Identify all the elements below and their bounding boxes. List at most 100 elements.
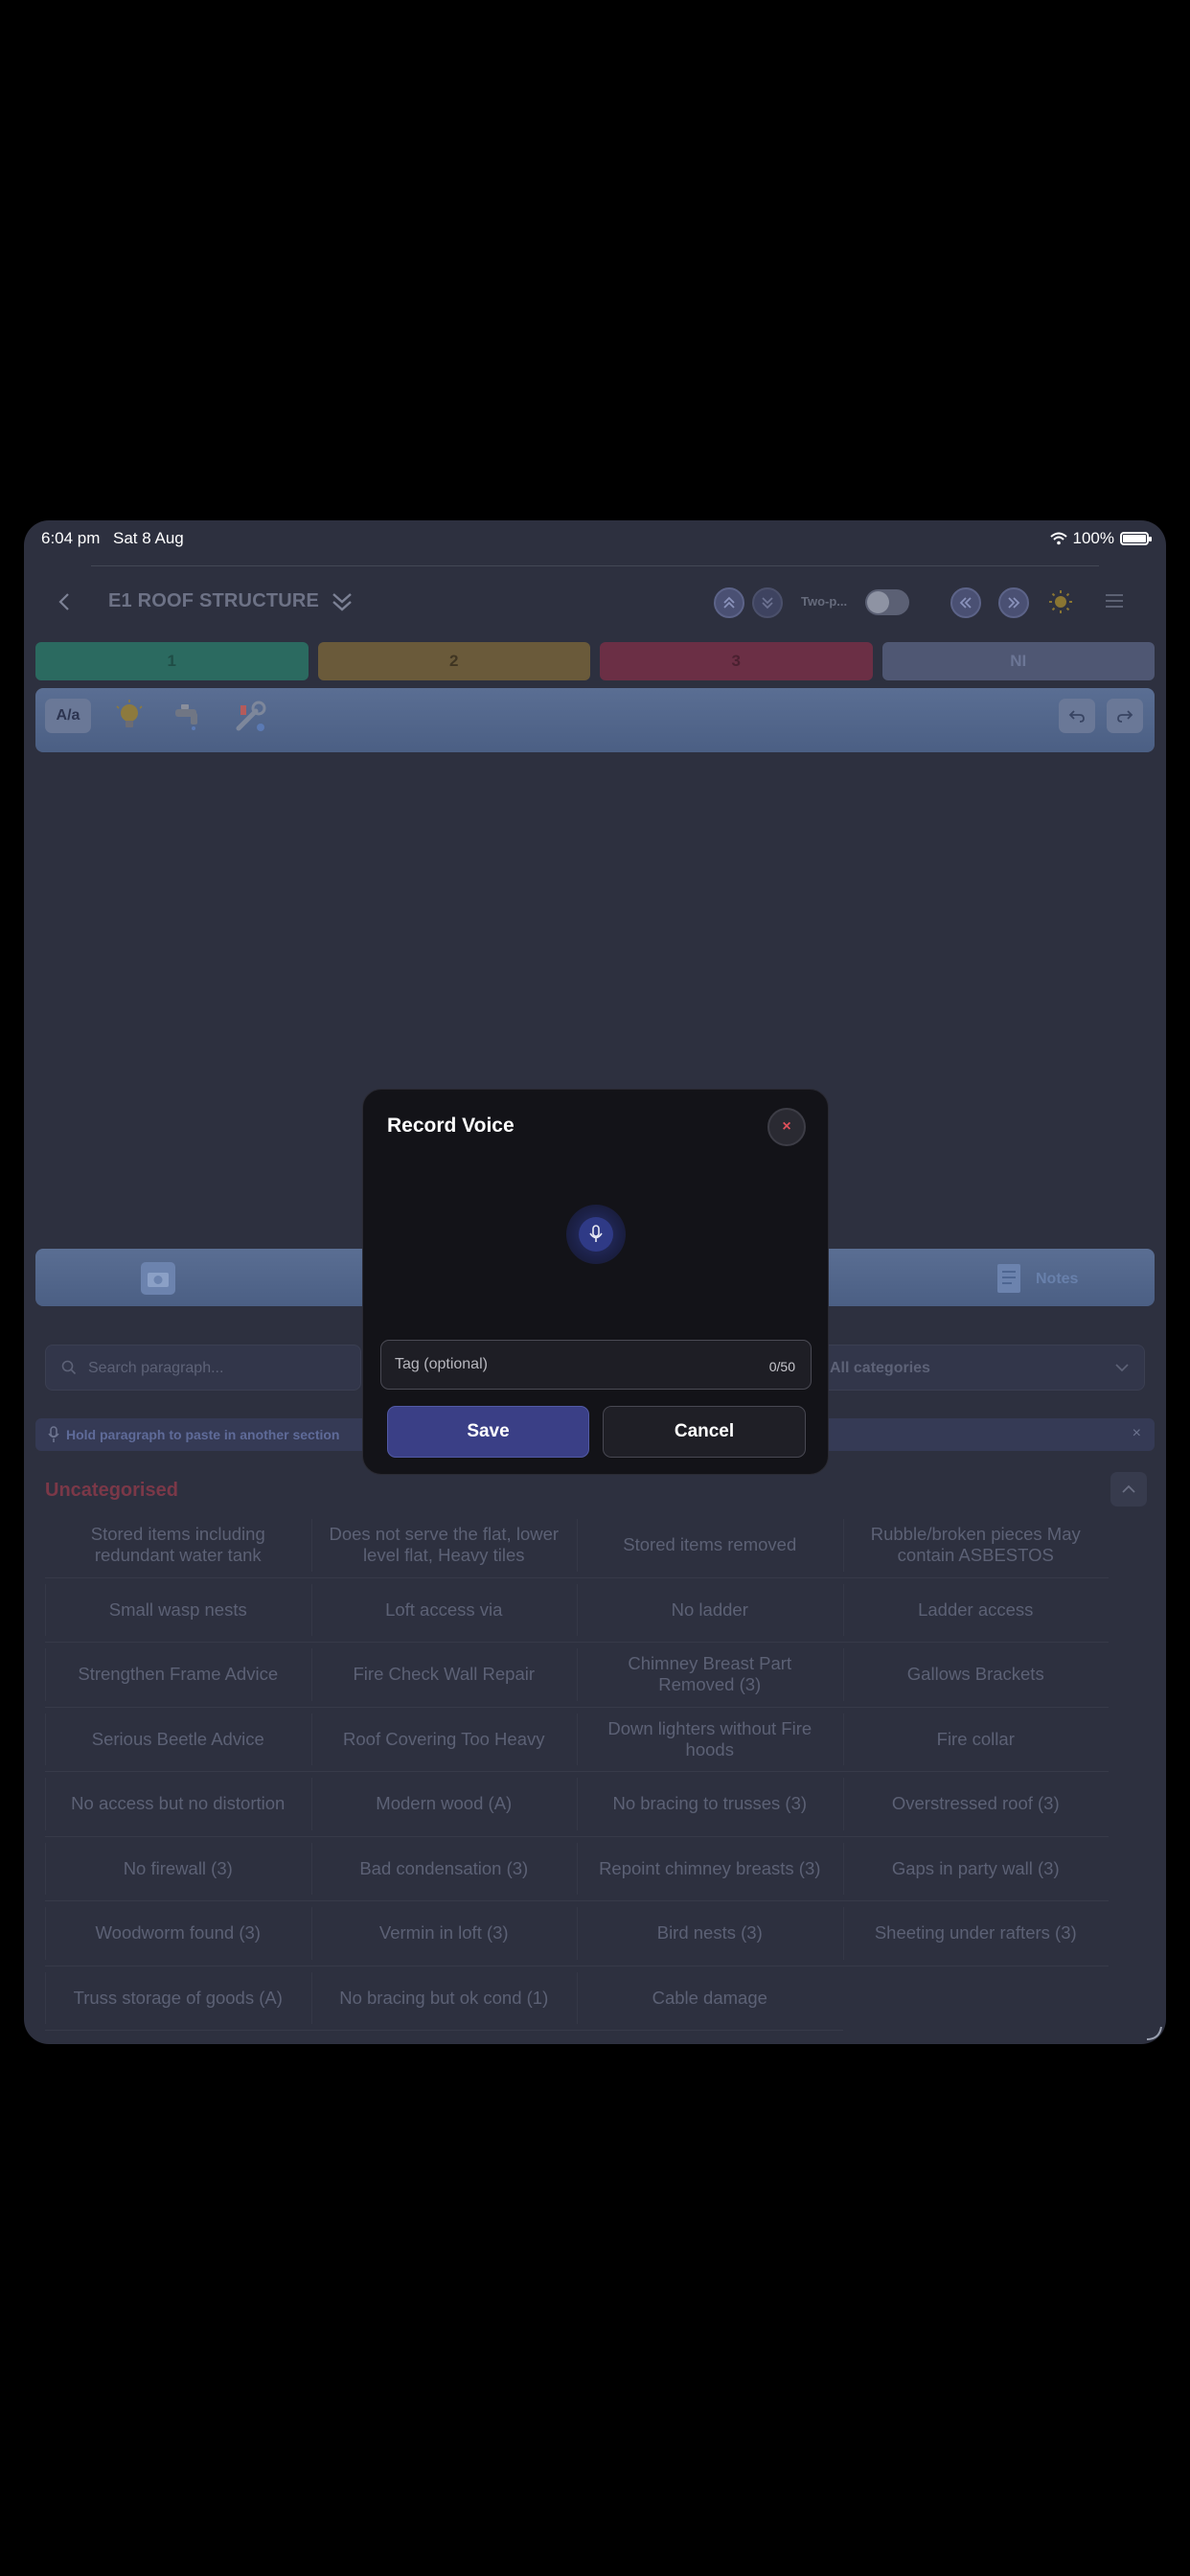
notes-icon bbox=[997, 1264, 1020, 1293]
category-select[interactable]: All categories bbox=[810, 1345, 1145, 1391]
battery-icon bbox=[1120, 532, 1152, 545]
battery-percent: 100% bbox=[1072, 529, 1114, 547]
tab-ni[interactable]: NI bbox=[881, 642, 1155, 680]
paragraph-item[interactable]: Strengthen Frame Advice bbox=[45, 1643, 311, 1708]
paragraph-item[interactable]: Roof Covering Too Heavy bbox=[310, 1708, 577, 1772]
paragraph-item[interactable]: No firewall (3) bbox=[45, 1837, 311, 1901]
microphone-icon bbox=[589, 1225, 603, 1242]
record-button-inner bbox=[579, 1217, 613, 1252]
paragraph-item[interactable]: No bracing to trusses (3) bbox=[577, 1772, 843, 1837]
tag-input[interactable]: Tag (optional) 0/50 bbox=[380, 1340, 812, 1390]
paragraph-item[interactable]: No bracing but ok cond (1) bbox=[310, 1966, 577, 2031]
previous-section-button[interactable] bbox=[950, 587, 981, 618]
rating-tabs: 1 2 3 NI bbox=[35, 642, 1155, 680]
record-voice-dialog: Record Voice × Tag (optional) 0/50 Save … bbox=[362, 1089, 829, 1475]
font-size-button[interactable]: A/a bbox=[45, 699, 91, 733]
search-input[interactable]: Search paragraph... bbox=[45, 1345, 361, 1391]
paragraph-item[interactable]: Repoint chimney breasts (3) bbox=[577, 1837, 843, 1901]
wifi-icon bbox=[1049, 532, 1067, 545]
menu-icon[interactable] bbox=[1106, 594, 1123, 611]
paragraph-item[interactable]: Loft access via bbox=[310, 1578, 577, 1643]
close-hint-button[interactable]: × bbox=[1133, 1425, 1141, 1442]
tag-placeholder: Tag (optional) bbox=[395, 1356, 488, 1372]
paragraph-item[interactable]: Truss storage of goods (A) bbox=[45, 1966, 311, 2031]
paragraph-item[interactable]: Overstressed roof (3) bbox=[842, 1772, 1109, 1837]
microphone-icon bbox=[48, 1426, 59, 1442]
lightbulb-icon[interactable] bbox=[110, 698, 149, 736]
paragraph-item[interactable]: No access but no distortion bbox=[45, 1772, 311, 1837]
paragraph-item[interactable]: Stored items including redundant water t… bbox=[45, 1513, 311, 1578]
paragraph-item[interactable]: Woodworm found (3) bbox=[45, 1901, 311, 1966]
paragraph-item[interactable]: Stored items removed bbox=[577, 1513, 843, 1578]
category-heading: Uncategorised bbox=[45, 1480, 178, 1501]
search-placeholder: Search paragraph... bbox=[88, 1360, 224, 1376]
notes-label: Notes bbox=[1036, 1271, 1079, 1287]
paragraph-item[interactable]: Small wasp nests bbox=[45, 1578, 311, 1643]
category-select-value: All categories bbox=[830, 1360, 930, 1376]
close-button[interactable]: × bbox=[767, 1108, 806, 1146]
record-button[interactable] bbox=[566, 1205, 626, 1264]
double-chevron-left-icon bbox=[959, 597, 972, 609]
status-bar: 6:04 pm Sat 8 Aug 100% bbox=[24, 520, 1166, 555]
paragraph-item[interactable]: Gallows Brackets bbox=[842, 1643, 1109, 1708]
status-date: Sat 8 Aug bbox=[113, 529, 184, 547]
paragraph-item[interactable]: No ladder bbox=[577, 1578, 843, 1643]
dialog-title: Record Voice bbox=[387, 1115, 515, 1137]
double-chevron-up-icon bbox=[723, 596, 735, 609]
paragraph-item[interactable]: Sheeting under rafters (3) bbox=[842, 1901, 1109, 1966]
redo-button[interactable] bbox=[1107, 699, 1143, 733]
tag-character-counter: 0/50 bbox=[768, 1359, 795, 1374]
double-chevron-right-icon bbox=[1008, 597, 1020, 609]
undo-button[interactable] bbox=[1059, 699, 1095, 733]
paragraph-item[interactable]: Does not serve the flat, lower level fla… bbox=[310, 1513, 577, 1578]
paragraph-item[interactable]: Cable damage bbox=[577, 1966, 843, 2031]
camera-button[interactable] bbox=[141, 1262, 175, 1295]
two-page-toggle[interactable] bbox=[865, 589, 909, 615]
notes-button[interactable]: Notes bbox=[994, 1262, 1078, 1297]
next-section-button[interactable] bbox=[998, 587, 1029, 618]
sun-icon[interactable] bbox=[1048, 589, 1073, 614]
paragraph-item[interactable]: Gaps in party wall (3) bbox=[842, 1837, 1109, 1901]
page-title[interactable]: E1 ROOF STRUCTURE bbox=[108, 590, 319, 612]
paragraph-item[interactable]: Modern wood (A) bbox=[310, 1772, 577, 1837]
paragraph-item[interactable]: Chimney Breast Part Removed (3) bbox=[577, 1643, 843, 1708]
redo-icon bbox=[1117, 710, 1133, 723]
faucet-icon[interactable] bbox=[170, 698, 208, 736]
tab-2[interactable]: 2 bbox=[317, 642, 590, 680]
double-chevron-down-icon bbox=[762, 597, 773, 610]
hint-text: Hold paragraph to paste in another secti… bbox=[66, 1427, 340, 1442]
save-button[interactable]: Save bbox=[387, 1406, 589, 1458]
paragraph-item[interactable]: Fire collar bbox=[842, 1708, 1109, 1772]
tab-1[interactable]: 1 bbox=[35, 642, 309, 680]
cancel-button[interactable]: Cancel bbox=[603, 1406, 806, 1458]
header: E1 ROOF STRUCTURE Two-p... bbox=[24, 578, 1166, 626]
camera-icon bbox=[148, 1273, 169, 1287]
chevron-down-icon bbox=[1115, 1364, 1129, 1372]
battery-fill bbox=[1123, 535, 1146, 542]
undo-icon bbox=[1068, 710, 1085, 723]
divider bbox=[91, 565, 1099, 566]
back-button[interactable] bbox=[53, 589, 78, 614]
tab-3[interactable]: 3 bbox=[600, 642, 873, 680]
scroll-bottom-button[interactable] bbox=[752, 587, 783, 618]
paragraph-item[interactable]: Vermin in loft (3) bbox=[310, 1901, 577, 1966]
paragraph-grid: Stored items including redundant water t… bbox=[45, 1513, 1109, 2031]
scroll-top-button[interactable] bbox=[714, 587, 744, 618]
two-page-label: Two-p... bbox=[801, 594, 848, 609]
paragraph-item[interactable]: Bad condensation (3) bbox=[310, 1837, 577, 1901]
resize-handle-icon[interactable] bbox=[1143, 2021, 1164, 2042]
paragraph-item[interactable]: Serious Beetle Advice bbox=[45, 1708, 311, 1772]
paragraph-item[interactable]: Rubble/broken pieces May contain ASBESTO… bbox=[842, 1513, 1109, 1578]
double-chevron-down-icon[interactable] bbox=[328, 587, 356, 616]
chevron-up-icon bbox=[1122, 1484, 1135, 1493]
paragraph-item[interactable]: Fire Check Wall Repair bbox=[310, 1643, 577, 1708]
status-time: 6:04 pm bbox=[41, 529, 101, 547]
paragraph-item[interactable]: Down lighters without Fire hoods bbox=[577, 1708, 843, 1772]
chevron-left-icon bbox=[58, 593, 69, 610]
search-icon bbox=[61, 1360, 77, 1375]
wrench-pipe-icon[interactable] bbox=[231, 698, 269, 736]
paragraph-item[interactable]: Ladder access bbox=[842, 1578, 1109, 1643]
collapse-button[interactable] bbox=[1110, 1472, 1147, 1506]
toggle-knob bbox=[867, 591, 889, 613]
paragraph-item[interactable]: Bird nests (3) bbox=[577, 1901, 843, 1966]
